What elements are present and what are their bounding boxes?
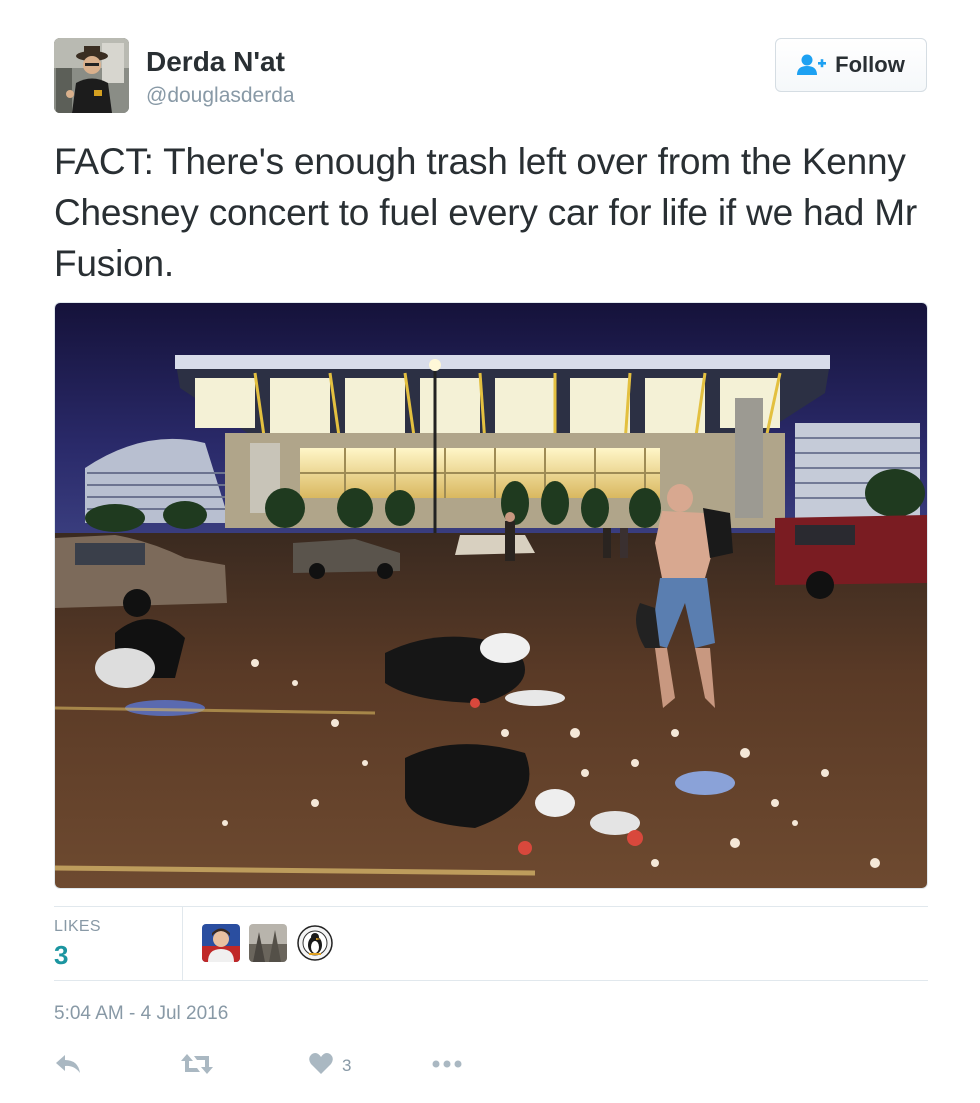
stats-top-divider	[54, 906, 928, 907]
tweet-card: Derda N'at @douglasderda Follow FACT: Th…	[0, 0, 980, 1103]
avatar-image	[54, 38, 129, 113]
stats-separator	[182, 907, 183, 980]
tweet-photo[interactable]	[54, 302, 928, 889]
reply-icon	[54, 1052, 82, 1081]
retweet-button[interactable]	[180, 1050, 214, 1082]
tweet-text: FACT: There's enough trash left over fro…	[54, 141, 917, 284]
retweet-icon	[180, 1052, 214, 1081]
stadium-trash-photo	[55, 303, 927, 888]
liker-avatar[interactable]	[202, 924, 240, 962]
likes-label: LIKES	[54, 918, 101, 935]
liker-avatar[interactable]	[296, 924, 334, 962]
user-handle[interactable]: @douglasderda	[146, 84, 295, 108]
like-button[interactable]: 3	[308, 1050, 351, 1082]
likes-count: 3	[54, 940, 69, 970]
display-name[interactable]: Derda N'at	[146, 46, 285, 78]
follow-button[interactable]: Follow	[775, 38, 927, 92]
likes-stat[interactable]: LIKES 3	[54, 918, 101, 971]
reply-button[interactable]	[54, 1050, 82, 1082]
like-count: 3	[342, 1056, 352, 1075]
heart-icon	[308, 1052, 334, 1081]
follow-user-icon	[797, 53, 827, 77]
liker-avatar[interactable]	[249, 924, 287, 962]
more-icon	[431, 1057, 463, 1075]
follow-label: Follow	[835, 52, 905, 77]
stats-bottom-divider	[54, 980, 928, 981]
tweet-timestamp[interactable]: 5:04 AM - 4 Jul 2016	[54, 1003, 228, 1025]
user-avatar[interactable]	[54, 38, 129, 113]
likers-avatars	[202, 924, 334, 962]
more-button[interactable]	[431, 1050, 463, 1082]
